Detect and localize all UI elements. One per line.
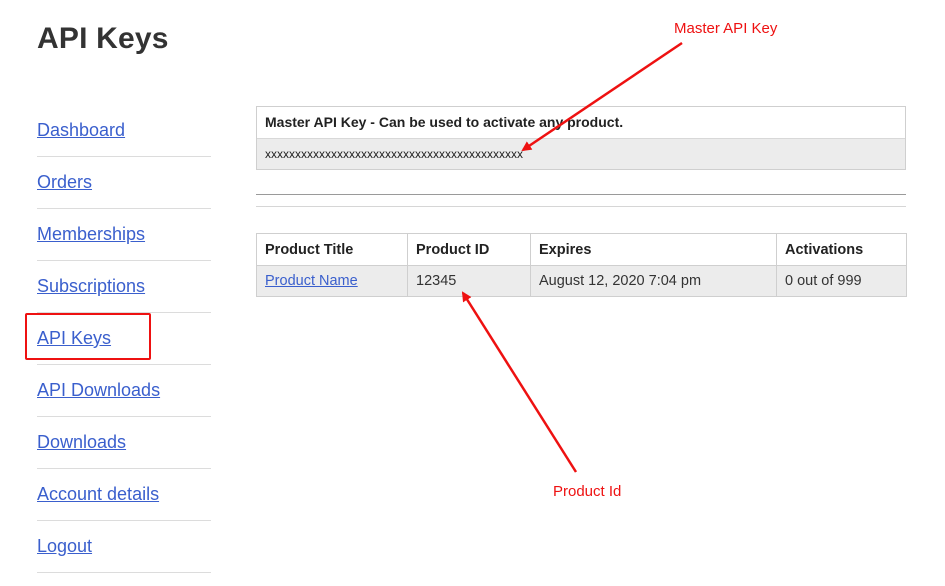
annotation-arrows <box>461 41 683 473</box>
master-api-key-arrow <box>521 41 683 152</box>
product-id-arrow <box>461 291 578 473</box>
